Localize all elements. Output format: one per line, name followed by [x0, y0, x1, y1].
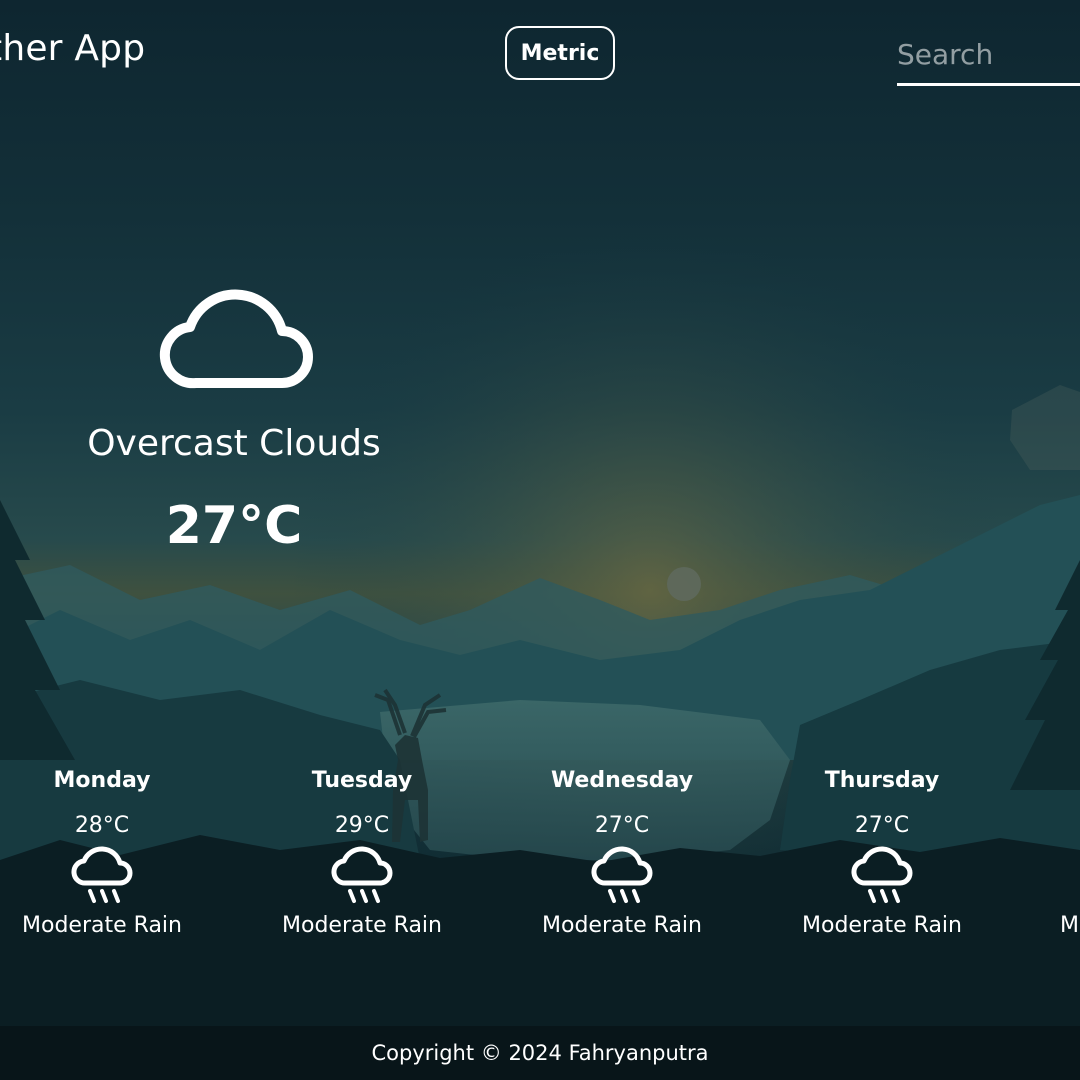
current-temperature: 27°C: [165, 496, 303, 556]
copyright-text: Copyright © 2024 Fahryanputra: [371, 1041, 709, 1065]
current-condition: Overcast Clouds: [87, 423, 381, 464]
rain-icon: [71, 846, 133, 903]
units-toggle-button[interactable]: Metric: [505, 26, 615, 80]
rain-icon: [331, 846, 393, 903]
forecast-day-partial: Mo: [1060, 765, 1080, 938]
forecast-day-name: Wednesday: [550, 768, 694, 793]
forecast-condition: Moderate Rain: [802, 913, 962, 938]
rain-icon: [851, 846, 913, 903]
forecast-day-monday: Monday 28°C Moderate Rain: [0, 765, 232, 938]
forecast-icon-placeholder: [1060, 845, 1080, 909]
search-input[interactable]: [897, 28, 1080, 80]
forecast-temperature: 29°C: [334, 813, 390, 838]
forecast-condition: Mo: [1060, 913, 1080, 938]
forecast-day-name: Monday: [53, 768, 151, 793]
forecast-temperature: 27°C: [594, 813, 650, 838]
forecast-list: Monday 28°C Moderate Rain Tuesday 29°C M…: [0, 765, 1080, 965]
rain-icon: [591, 846, 653, 903]
forecast-temperature: 27°C: [854, 813, 910, 838]
forecast-day-wednesday: Wednesday 27°C Moderate Rain: [492, 765, 752, 938]
forecast-condition: Moderate Rain: [282, 913, 442, 938]
forecast-day-tuesday: Tuesday 29°C Moderate Rain: [232, 765, 492, 938]
footer: Copyright © 2024 Fahryanputra: [0, 1026, 1080, 1080]
search-field: [897, 28, 1080, 86]
forecast-condition: Moderate Rain: [22, 913, 182, 938]
app-title: ther App: [0, 28, 146, 69]
weather-app-screen: ther App Metric Overcast Clouds 27°C Mon…: [0, 0, 1080, 1080]
forecast-temperature: 28°C: [74, 813, 130, 838]
forecast-day-thursday: Thursday 27°C Moderate Rain: [752, 765, 1012, 938]
forecast-condition: Moderate Rain: [542, 913, 702, 938]
forecast-day-name: Thursday: [824, 768, 940, 793]
forecast-day-name: Tuesday: [311, 768, 413, 793]
current-weather: Overcast Clouds 27°C: [44, 275, 424, 556]
cloud-icon: [159, 289, 313, 389]
